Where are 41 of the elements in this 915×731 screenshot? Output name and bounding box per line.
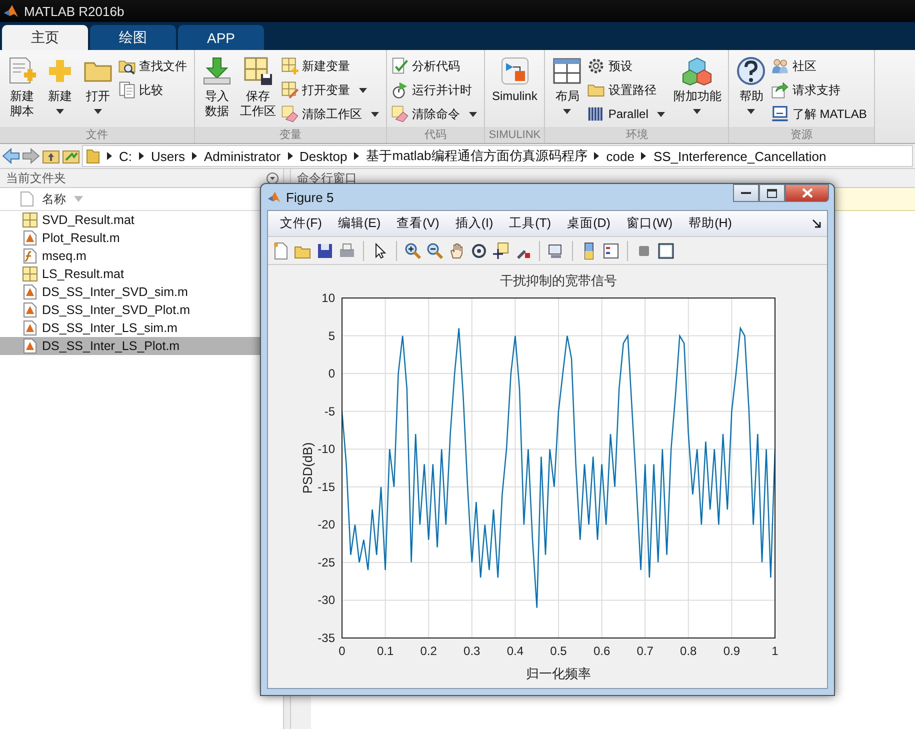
tick-label: 0 (338, 644, 346, 658)
tick-label: 0.9 (723, 644, 740, 658)
tick-label: 0.3 (464, 644, 480, 658)
tick-label: 0 (328, 366, 335, 381)
y-axis-label: PSD(dB) (300, 442, 315, 494)
tick-label: -10 (318, 442, 335, 456)
tick-label: -5 (324, 404, 335, 418)
tick-label: -15 (318, 480, 335, 494)
file-name: LS_Result.mat (42, 267, 124, 281)
tick-label: 1 (772, 644, 778, 658)
file-name: SVD_Result.mat (42, 213, 134, 227)
x-axis-label: 归一化频率 (526, 666, 591, 681)
tick-label: 5 (328, 328, 335, 343)
file-name: DS_SS_Inter_SVD_sim.m (42, 285, 188, 299)
tick-label: 10 (322, 291, 335, 305)
group-label: 代码 (387, 127, 484, 143)
group-label: 文件 (0, 127, 194, 143)
tick-label: 0.8 (680, 644, 697, 658)
file-name: DS_SS_Inter_SVD_Plot.m (42, 303, 190, 317)
file-name: DS_SS_Inter_LS_Plot.m (42, 339, 180, 353)
file-name: mseq.m (42, 249, 86, 263)
panel-title: 当前文件夹 (6, 170, 66, 186)
window-title: MATLAB R2016b (24, 4, 124, 18)
tick-label: -35 (318, 631, 335, 645)
tick-label: 0.1 (376, 644, 394, 658)
tick-label: 0.2 (420, 644, 437, 658)
file-name: Plot_Result.m (42, 231, 120, 245)
tick-label: -20 (318, 518, 335, 532)
group-label: 变量 (195, 127, 386, 143)
tick-label: 0.5 (550, 644, 567, 658)
group-label: SIMULINK (485, 127, 544, 143)
file-name: DS_SS_Inter_LS_sim.m (42, 321, 178, 335)
tick-label: 0.4 (506, 644, 524, 658)
group-label: 环境 (545, 127, 728, 143)
tick-label: 0.7 (636, 644, 654, 658)
figure-title: Figure 5 (286, 190, 334, 204)
tick-label: -25 (318, 555, 335, 570)
tick-label: -30 (318, 593, 335, 608)
group-label: 资源 (729, 127, 874, 143)
tick-label: 0.6 (593, 644, 610, 658)
plot-title: 干扰抑制的宽带信号 (500, 273, 617, 288)
